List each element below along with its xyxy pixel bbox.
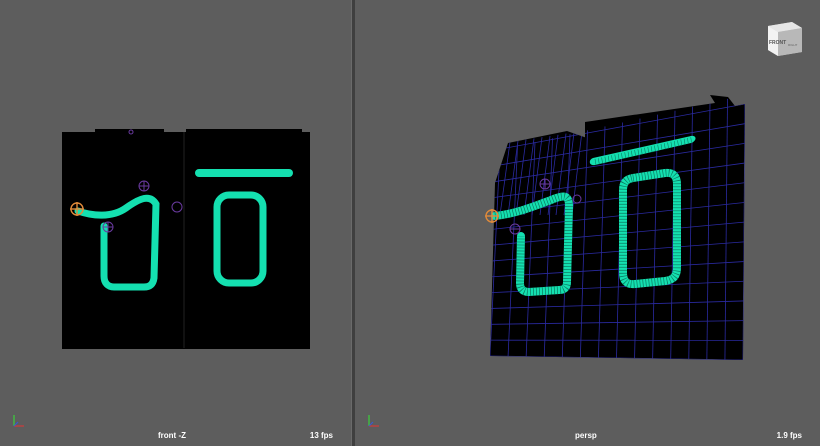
fps-readout: 1.9 fps — [776, 431, 802, 440]
viewport-label: front -Z — [158, 431, 186, 440]
plane-front — [62, 129, 310, 349]
persp-canvas[interactable] — [355, 0, 820, 446]
viewport-persp[interactable]: FRONT RIGHT persp 1.9 fps — [355, 0, 820, 446]
viewport-front[interactable]: front -Z 13 fps — [0, 0, 351, 446]
axis-gizmo-icon — [368, 415, 379, 427]
viewport-label: persp — [575, 431, 597, 440]
cube-front-label: FRONT — [769, 40, 786, 46]
fps-readout: 13 fps — [309, 431, 333, 440]
stroke-bar — [195, 169, 293, 177]
cube-side-label: RIGHT — [788, 43, 798, 47]
axis-gizmo-icon — [13, 415, 24, 427]
view-cube-icon[interactable]: FRONT RIGHT — [764, 16, 806, 58]
front-canvas[interactable] — [0, 0, 351, 446]
